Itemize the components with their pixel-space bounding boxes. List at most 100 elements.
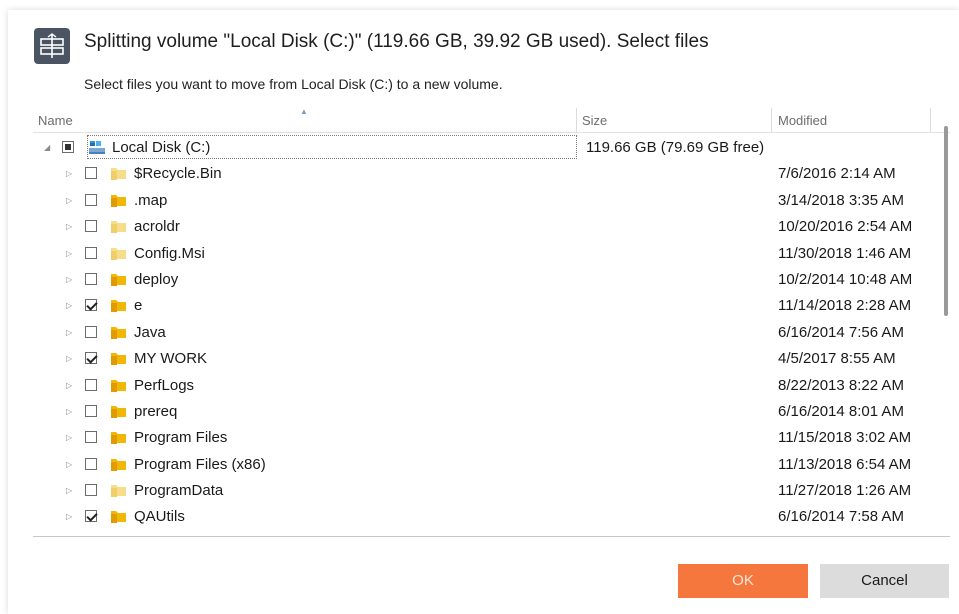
root-size: 119.66 GB (79.69 GB free) (586, 139, 765, 156)
folder-icon (111, 221, 126, 234)
item-modified: 11/27/2018 1:26 AM (778, 482, 912, 500)
tree-row[interactable]: ▷ MY WORK 4/5/2017 8:55 AM (33, 346, 938, 372)
item-name: Config.Msi (134, 244, 205, 262)
vertical-scrollbar[interactable] (944, 126, 948, 316)
item-modified: 10/2/2014 10:48 AM (778, 270, 913, 288)
expand-arrow-icon[interactable]: ▷ (66, 486, 72, 495)
item-modified: 6/16/2014 8:01 AM (778, 402, 904, 420)
expand-arrow-icon[interactable]: ▷ (66, 301, 72, 310)
tree-row[interactable]: ▷ Program Files 11/15/2018 3:02 AM (33, 425, 938, 451)
item-checkbox[interactable] (85, 378, 97, 391)
item-checkbox[interactable] (85, 431, 97, 444)
item-name: Program Files (134, 429, 228, 447)
ok-button[interactable]: OK (678, 564, 808, 598)
column-divider[interactable] (930, 108, 931, 132)
item-checkbox[interactable] (85, 325, 97, 338)
folder-icon (111, 485, 126, 498)
tree-row[interactable]: ▷ PerfLogs 8/22/2013 8:22 AM (33, 373, 938, 399)
expand-arrow-icon[interactable]: ▷ (66, 407, 72, 416)
tree-row[interactable]: ▷ QAUtils 6/16/2014 7:58 AM (33, 504, 938, 530)
expand-arrow-icon[interactable]: ▷ (66, 196, 72, 205)
expand-arrow-icon[interactable]: ▷ (66, 169, 72, 178)
item-name: deploy (134, 270, 179, 288)
item-checkbox[interactable] (85, 220, 97, 233)
folder-icon (111, 405, 126, 418)
expand-arrow-icon[interactable]: ▷ (66, 249, 72, 258)
item-name: prereq (134, 402, 178, 420)
item-name: acroldr (134, 218, 180, 236)
item-modified: 6/16/2014 7:58 AM (778, 508, 904, 526)
item-modified: 4/5/2017 8:55 AM (778, 350, 896, 368)
item-name: e (134, 297, 143, 315)
column-header-modified[interactable]: Modified (778, 108, 827, 132)
tree-row[interactable]: ▷ ProgramData 11/27/2018 1:26 AM (33, 478, 938, 504)
grid-header: Name ▲ Size Modified (33, 107, 950, 133)
item-checkbox[interactable] (85, 510, 97, 523)
root-name: Local Disk (C:) (112, 139, 211, 156)
expand-arrow-icon[interactable]: ▷ (66, 460, 72, 469)
tree-row-root[interactable]: ◢ Local Disk (C:) 119.66 GB (79.69 GB fr… (33, 135, 938, 161)
item-checkbox[interactable] (85, 193, 97, 206)
dialog-subtitle: Select files you want to move from Local… (84, 76, 503, 92)
item-checkbox[interactable] (85, 484, 97, 497)
file-tree-grid: Name ▲ Size Modified ◢ Local Disk (C:) 1… (33, 107, 950, 537)
tree-row[interactable]: ▷ Config.Msi 11/30/2018 1:46 AM (33, 241, 938, 267)
tree-row[interactable]: ▷ prereq 6/16/2014 8:01 AM (33, 399, 938, 425)
folder-icon (111, 273, 126, 286)
expand-arrow-icon[interactable]: ▷ (66, 354, 72, 363)
item-name: ProgramData (134, 482, 224, 500)
tree-rows: ◢ Local Disk (C:) 119.66 GB (79.69 GB fr… (33, 135, 938, 531)
tree-row[interactable]: ▷ Java 6/16/2014 7:56 AM (33, 320, 938, 346)
item-name: $Recycle.Bin (134, 165, 222, 183)
expand-arrow-icon[interactable]: ▷ (66, 381, 72, 390)
folder-icon (111, 379, 126, 392)
expand-arrow-icon[interactable]: ▷ (66, 512, 72, 521)
split-volume-icon (34, 28, 70, 64)
item-name: Program Files (x86) (134, 455, 266, 473)
item-checkbox[interactable] (85, 246, 97, 259)
tree-row[interactable]: ▷ $Recycle.Bin 7/6/2016 2:14 AM (33, 161, 938, 187)
folder-icon (111, 353, 126, 366)
folder-icon (111, 511, 126, 524)
item-modified: 7/6/2016 2:14 AM (778, 165, 896, 183)
expand-arrow-icon[interactable]: ▷ (66, 433, 72, 442)
collapse-arrow-icon[interactable]: ◢ (44, 143, 50, 152)
item-modified: 11/30/2018 1:46 AM (778, 244, 912, 262)
column-divider[interactable] (771, 108, 772, 132)
item-modified: 3/14/2018 3:35 AM (778, 191, 904, 209)
column-divider[interactable] (576, 108, 577, 132)
item-modified: 10/20/2016 2:54 AM (778, 218, 913, 236)
folder-icon (111, 432, 126, 445)
item-checkbox[interactable] (85, 404, 97, 417)
folder-icon (111, 168, 126, 181)
item-checkbox[interactable] (85, 272, 97, 285)
expand-arrow-icon[interactable]: ▷ (66, 328, 72, 337)
column-header-size[interactable]: Size (582, 108, 607, 132)
sort-ascending-icon: ▲ (300, 107, 308, 116)
tree-row[interactable]: ▷ acroldr 10/20/2016 2:54 AM (33, 214, 938, 240)
tree-row[interactable]: ▷ .map 3/14/2018 3:35 AM (33, 188, 938, 214)
expand-arrow-icon[interactable]: ▷ (66, 222, 72, 231)
item-checkbox[interactable] (85, 299, 97, 312)
item-checkbox[interactable] (85, 167, 97, 180)
item-modified: 8/22/2013 8:22 AM (778, 376, 904, 394)
root-checkbox[interactable] (62, 141, 74, 153)
folder-icon (111, 247, 126, 260)
folder-icon (111, 458, 126, 471)
expand-arrow-icon[interactable]: ▷ (66, 275, 72, 284)
tree-row[interactable]: ▷ e 11/14/2018 2:28 AM (33, 293, 938, 319)
tree-row[interactable]: ▷ Program Files (x86) 11/13/2018 6:54 AM (33, 452, 938, 478)
folder-icon (111, 326, 126, 339)
item-checkbox[interactable] (85, 457, 97, 470)
item-modified: 11/15/2018 3:02 AM (778, 429, 912, 447)
item-name: Java (134, 323, 166, 341)
item-checkbox[interactable] (85, 352, 97, 365)
tree-row[interactable]: ▷ deploy 10/2/2014 10:48 AM (33, 267, 938, 293)
item-name: QAUtils (134, 508, 185, 526)
item-modified: 6/16/2014 7:56 AM (778, 323, 904, 341)
folder-icon (111, 194, 126, 207)
item-name: MY WORK (134, 350, 208, 368)
cancel-button[interactable]: Cancel (820, 564, 949, 598)
column-header-name[interactable]: Name (38, 108, 73, 132)
item-modified: 11/13/2018 6:54 AM (778, 455, 912, 473)
